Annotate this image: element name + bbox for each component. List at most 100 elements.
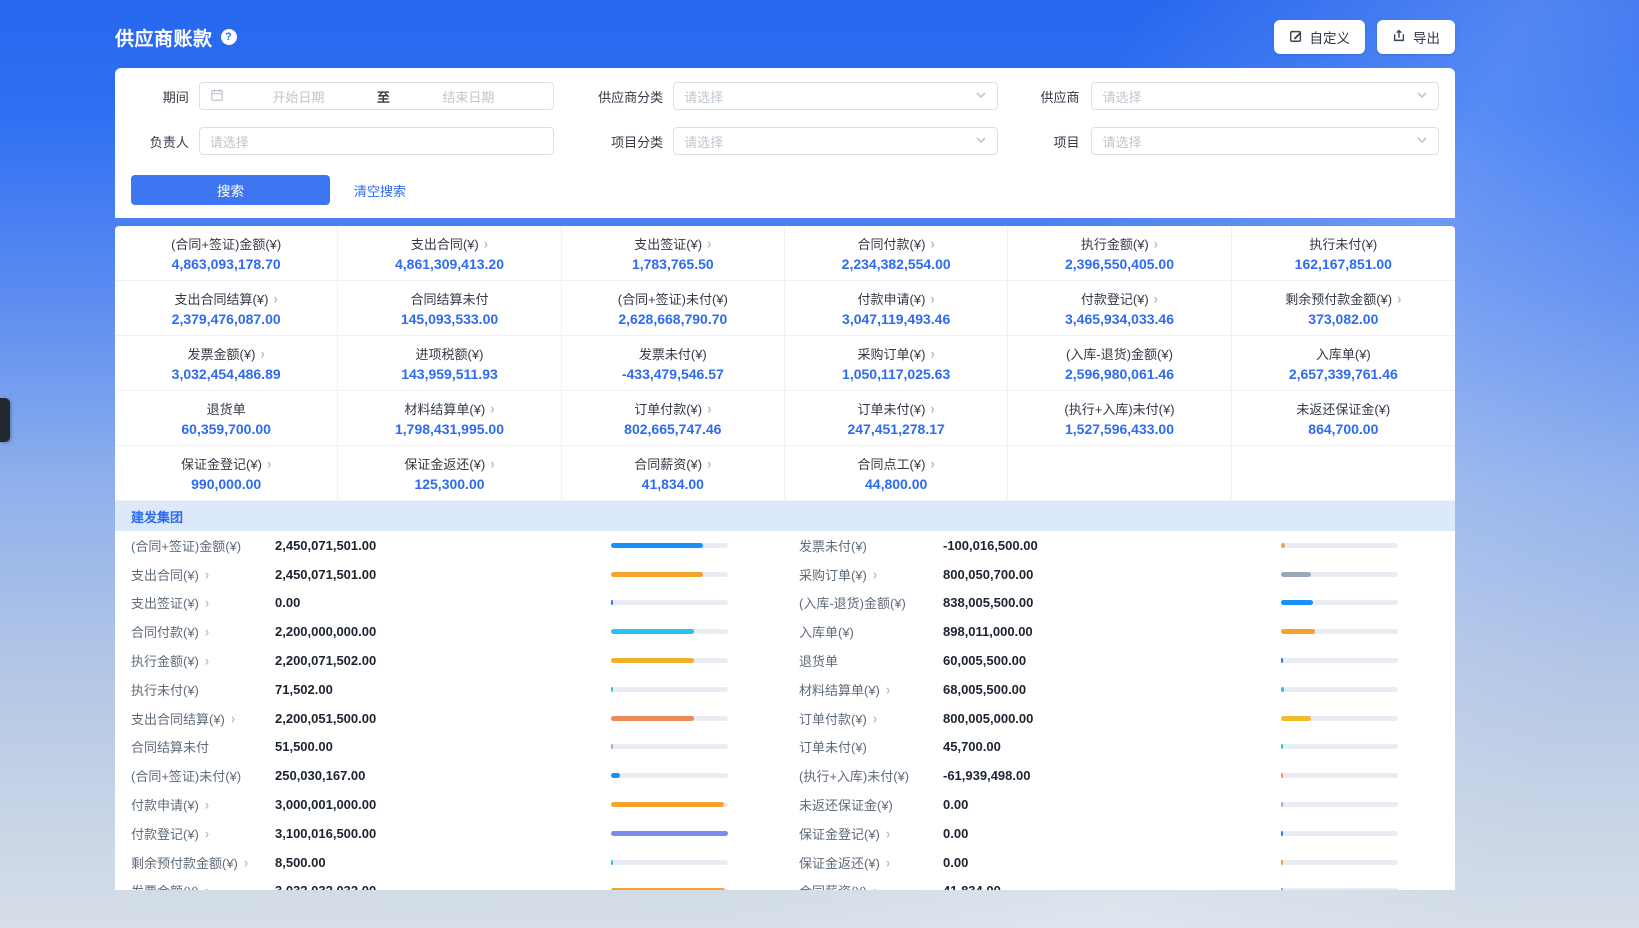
summary-metric-value: 145,093,533.00 [401,311,498,327]
progress-bar-track [1281,572,1398,577]
detail-row: (合同+签证)未付(¥) › 250,030,167.00 [131,761,728,790]
summary-cell[interactable]: 发票金额(¥) › 3,032,454,486.89 [115,336,338,391]
summary-cell[interactable]: 付款登记(¥) › 3,465,934,033.46 [1008,281,1231,336]
help-icon[interactable]: ? [221,29,237,45]
chevron-right-icon[interactable]: › [205,825,209,842]
summary-cell[interactable]: 支出签证(¥) › 1,783,765.50 [562,226,785,281]
summary-cell[interactable]: 材料结算单(¥) › 1,798,431,995.00 [338,391,561,446]
detail-row: 执行金额(¥) › 2,200,071,502.00 [131,646,728,675]
clear-search-link[interactable]: 清空搜索 [354,181,406,200]
summary-metric-value: 162,167,851.00 [1295,256,1392,272]
calendar-icon [210,88,224,105]
summary-cell[interactable]: 保证金返还(¥) › 125,300.00 [338,446,561,501]
owner-select[interactable]: 请选择 [199,127,554,155]
detail-row: 执行未付(¥) › 71,502.00 [131,675,728,704]
chevron-right-icon[interactable]: › [244,854,248,871]
project-select[interactable]: 请选择 [1091,127,1439,155]
summary-cell[interactable]: 剩余预付款金额(¥) › 373,082.00 [1232,281,1455,336]
chevron-right-icon: › [930,400,934,417]
detail-metric-value: 41,834.00 [943,883,1281,890]
progress-bar-fill [1281,888,1283,890]
detail-row: 保证金登记(¥) › 0.00 [799,819,1398,848]
progress-bar-fill [611,687,613,692]
date-range-input[interactable]: 开始日期 至 结束日期 [199,82,554,110]
chevron-right-icon[interactable]: › [205,882,209,890]
chevron-right-icon: › [490,400,494,417]
progress-bar-track [611,543,728,548]
chevron-down-icon [1416,134,1428,149]
detail-metric-value: 0.00 [275,595,611,610]
chevron-right-icon[interactable]: › [886,681,890,698]
detail-row: (合同+签证)金额(¥) › 2,450,071,501.00 [131,531,728,560]
summary-cell: (合同+签证)未付(¥) › 2,628,668,790.70 [562,281,785,336]
supplier-select[interactable]: 请选择 [1091,82,1439,110]
progress-bar-fill [611,773,620,778]
chevron-right-icon[interactable]: › [205,566,209,583]
chevron-right-icon[interactable]: › [886,854,890,871]
filter-panel: 期间 开始日期 至 结束日期 供应商分类 请选择 供应商 请选择 负责人 请选择 [115,68,1455,218]
detail-row: 发票未付(¥) › -100,016,500.00 [799,531,1398,560]
summary-metric-label: 采购订单(¥) [858,344,926,363]
summary-metric-label: 保证金登记(¥) [181,454,262,473]
detail-row: 保证金返还(¥) › 0.00 [799,848,1398,877]
summary-cell[interactable]: 合同薪资(¥) › 41,834.00 [562,446,785,501]
detail-row: 支出合同结算(¥) › 2,200,051,500.00 [131,704,728,733]
project-category-select[interactable]: 请选择 [673,127,997,155]
summary-cell[interactable]: 采购订单(¥) › 1,050,117,025.63 [785,336,1008,391]
summary-metric-value: 60,359,700.00 [181,421,271,437]
summary-cell[interactable]: 支出合同结算(¥) › 2,379,476,087.00 [115,281,338,336]
chevron-right-icon[interactable]: › [873,882,877,890]
owner-label: 负责人 [131,132,189,151]
summary-cell[interactable]: 订单付款(¥) › 802,665,747.46 [562,391,785,446]
progress-bar-track [1281,831,1398,836]
side-drawer-handle[interactable] [0,398,10,442]
detail-metric-value: -61,939,498.00 [943,768,1281,783]
chevron-right-icon[interactable]: › [873,566,877,583]
progress-bar-fill [1281,716,1311,721]
chevron-right-icon[interactable]: › [873,710,877,727]
summary-cell[interactable]: 合同点工(¥) › 44,800.00 [785,446,1008,501]
detail-metric-value: 0.00 [943,826,1281,841]
period-label: 期间 [131,87,189,106]
summary-metric-value: 2,596,980,061.46 [1065,366,1174,382]
summary-metric-label: 订单付款(¥) [634,399,702,418]
summary-cell[interactable]: 订单未付(¥) › 247,451,278.17 [785,391,1008,446]
summary-cell[interactable]: 付款申请(¥) › 3,047,119,493.46 [785,281,1008,336]
chevron-right-icon: › [1397,290,1401,307]
progress-bar-track [1281,802,1398,807]
date-range-separator: 至 [373,87,394,106]
summary-metric-value: 3,032,454,486.89 [172,366,281,382]
chevron-right-icon[interactable]: › [205,623,209,640]
detail-row: 订单未付(¥) › 45,700.00 [799,733,1398,762]
detail-metric-label: 保证金返还(¥) [799,853,880,872]
detail-metric-label: 采购订单(¥) [799,565,867,584]
chevron-right-icon[interactable]: › [205,652,209,669]
summary-metric-value: 1,783,765.50 [632,256,714,272]
summary-cell: 合同结算未付 › 145,093,533.00 [338,281,561,336]
chevron-right-icon[interactable]: › [205,796,209,813]
summary-metric-value: 2,396,550,405.00 [1065,256,1174,272]
search-button[interactable]: 搜索 [131,175,330,205]
chevron-right-icon[interactable]: › [231,710,235,727]
chevron-right-icon[interactable]: › [205,594,209,611]
export-button[interactable]: 导出 [1377,20,1455,54]
detail-metric-value: -100,016,500.00 [943,538,1281,553]
progress-bar-fill [1281,543,1285,548]
detail-metric-label: 合同结算未付 [131,737,209,756]
group-header[interactable]: 建发集团 [115,501,1455,531]
summary-cell[interactable]: 保证金登记(¥) › 990,000.00 [115,446,338,501]
detail-metric-value: 898,011,000.00 [943,624,1281,639]
group-name[interactable]: 建发集团 [131,507,183,526]
summary-cell[interactable]: 执行金额(¥) › 2,396,550,405.00 [1008,226,1231,281]
progress-bar-fill [611,716,694,721]
chevron-right-icon: › [490,455,494,472]
summary-metric-value: 1,527,596,433.00 [1065,421,1174,437]
progress-bar-track [611,629,728,634]
supplier-category-select[interactable]: 请选择 [673,82,997,110]
summary-cell[interactable]: 支出合同(¥) › 4,861,309,413.20 [338,226,561,281]
detail-metric-value: 3,000,001,000.00 [275,797,611,812]
detail-metric-label: (合同+签证)金额(¥) [131,536,241,555]
summary-cell[interactable]: 合同付款(¥) › 2,234,382,554.00 [785,226,1008,281]
chevron-right-icon[interactable]: › [886,825,890,842]
customize-button[interactable]: 自定义 [1274,20,1366,54]
